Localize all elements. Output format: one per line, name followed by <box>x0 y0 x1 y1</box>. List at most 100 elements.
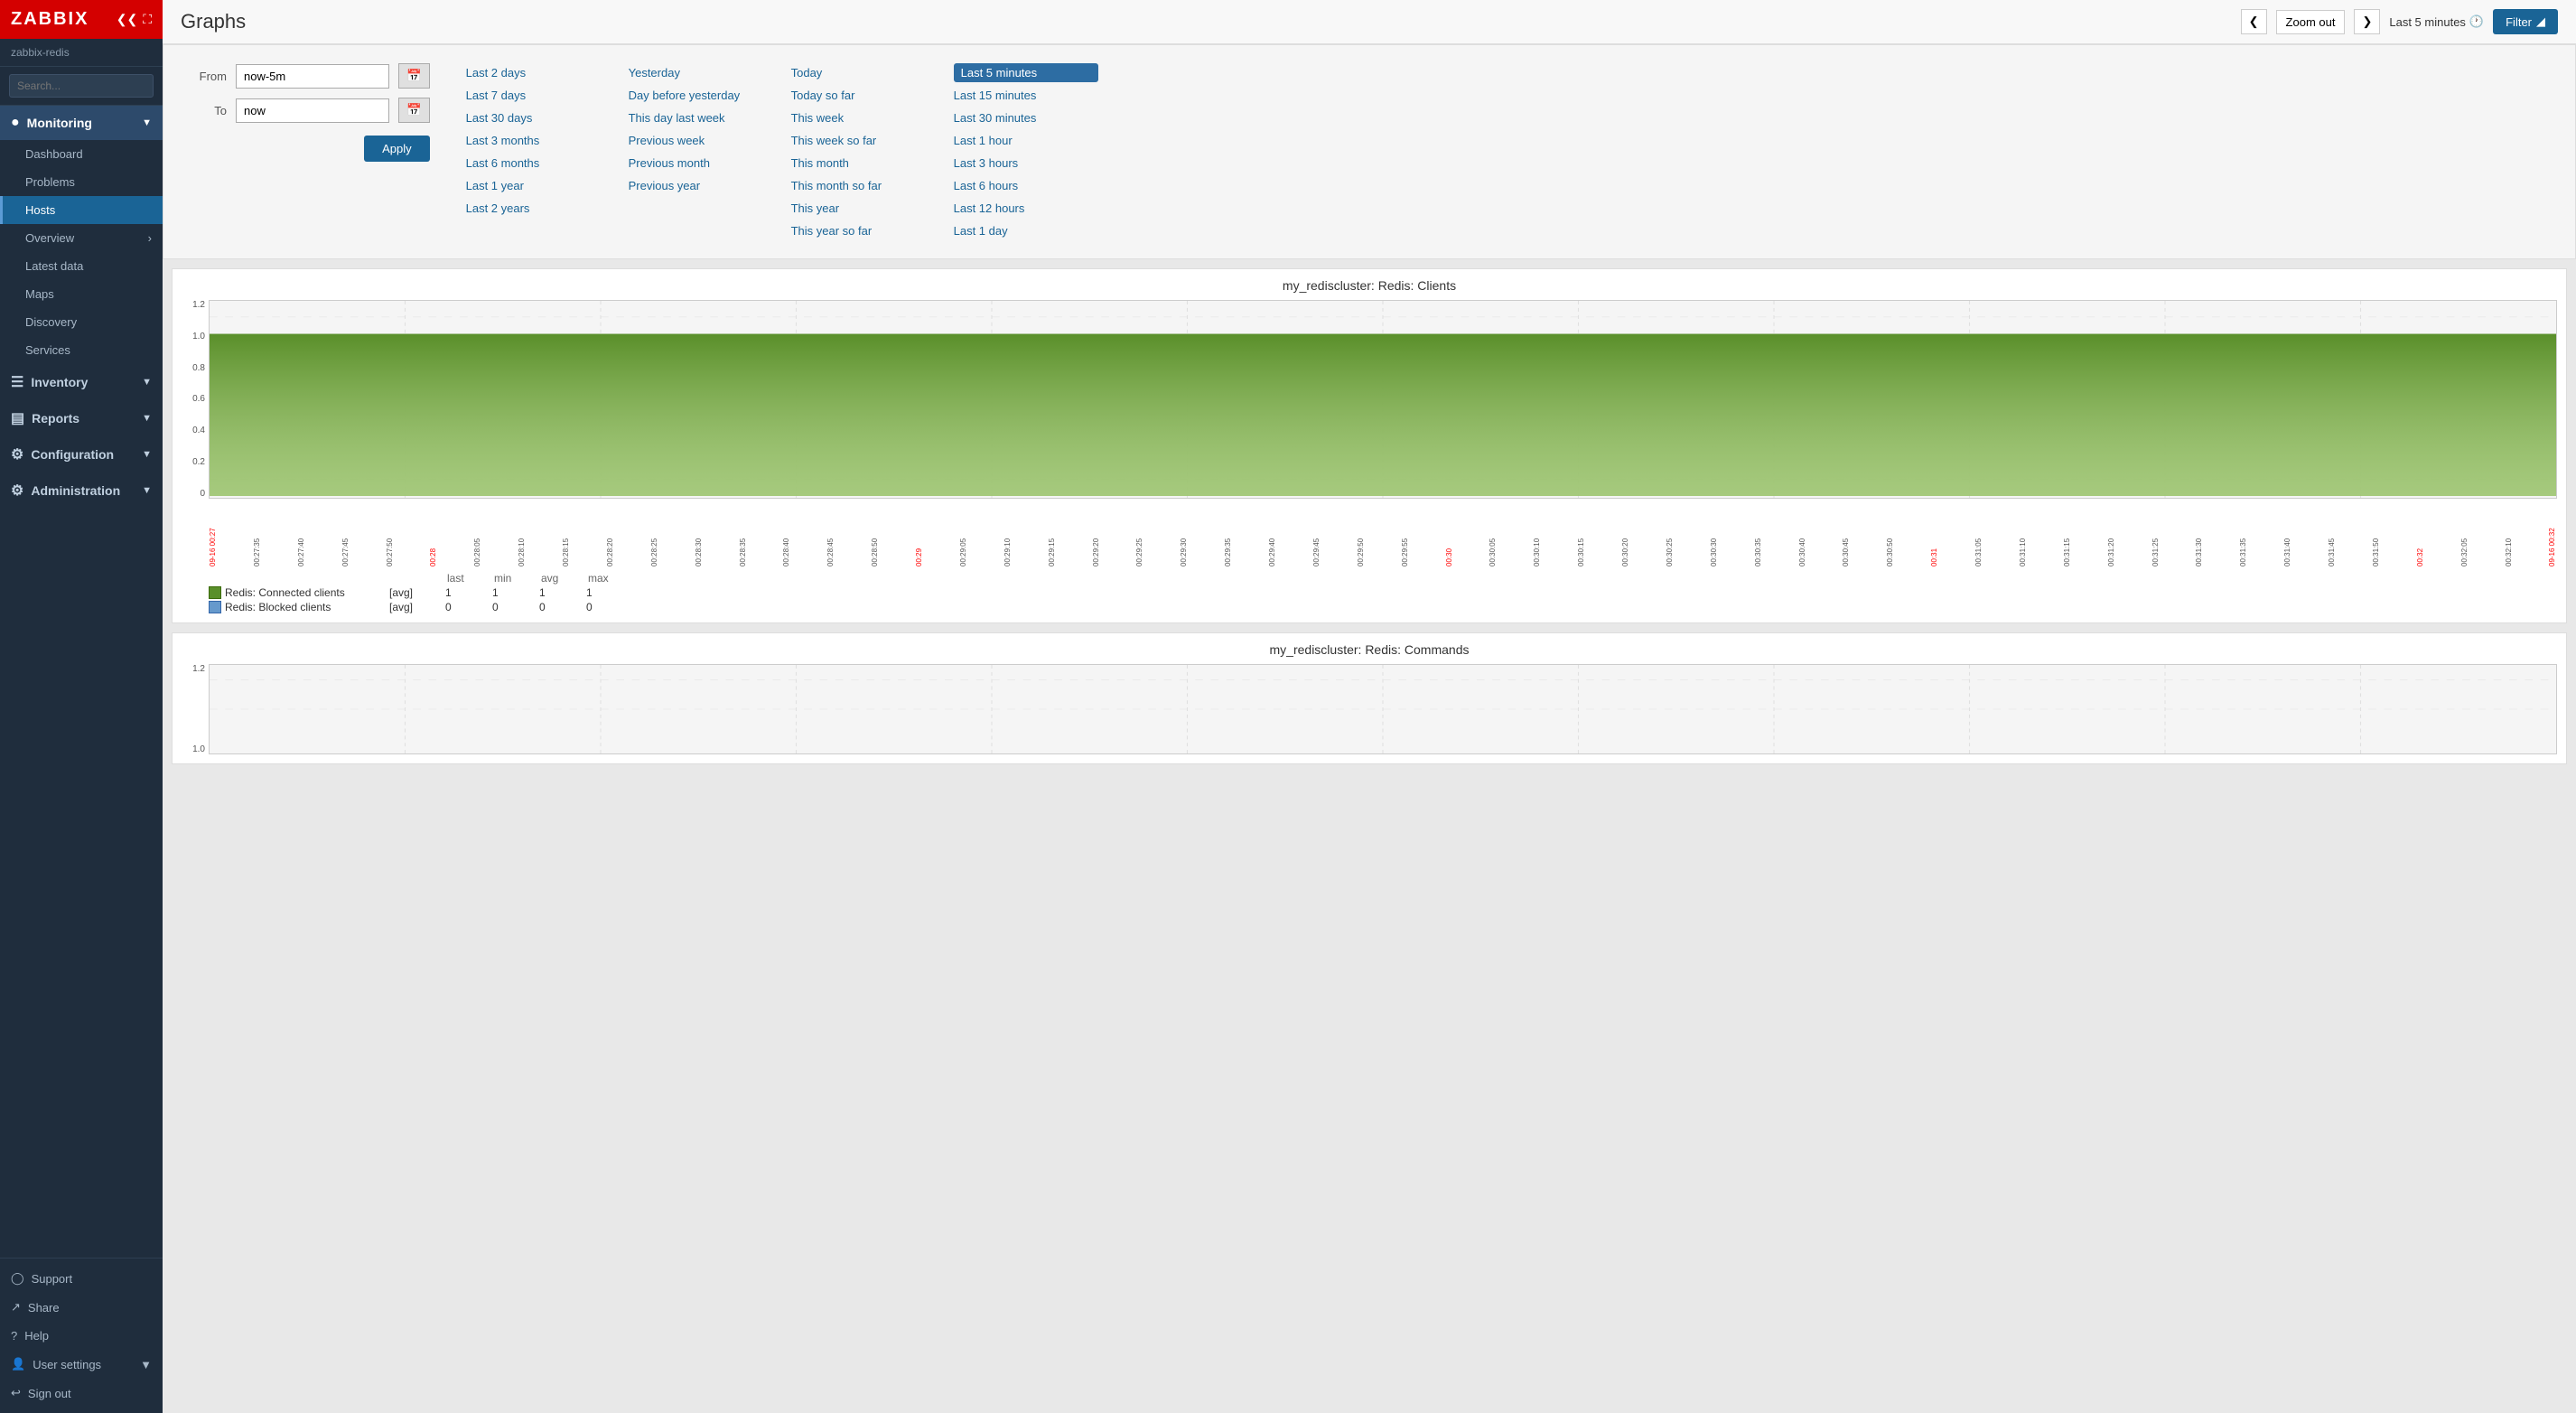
shortcut-previous-month[interactable]: Previous month <box>629 154 773 173</box>
shortcut-previous-week[interactable]: Previous week <box>629 131 773 150</box>
sidebar-item-configuration[interactable]: ⚙ Configuration ▼ <box>0 436 163 473</box>
sidebar-item-user-settings[interactable]: 👤 User settings ▼ <box>0 1350 163 1379</box>
x-tick-26: 00:30:05 <box>1489 501 1497 566</box>
sidebar-item-hosts[interactable]: Hosts <box>0 196 163 224</box>
shortcut-last-3-months[interactable]: Last 3 months <box>466 131 611 150</box>
sidebar-item-monitoring[interactable]: ● Monitoring ▼ <box>0 106 163 140</box>
sidebar-item-inventory[interactable]: ☰ Inventory ▼ <box>0 364 163 400</box>
x-tick-31: 00:30:30 <box>1710 501 1718 566</box>
sidebar-item-share[interactable]: ↗ Share <box>0 1293 163 1322</box>
sign-out-icon: ↩ <box>11 1386 21 1400</box>
shortcut-this-week-so-far[interactable]: This week so far <box>791 131 936 150</box>
shortcut-last-2-years[interactable]: Last 2 years <box>466 199 611 218</box>
shortcut-last-15-min[interactable]: Last 15 minutes <box>954 86 1098 105</box>
x-tick-44: 00:31:45 <box>2328 501 2336 566</box>
legend-tag-connected: [avg] <box>389 586 443 599</box>
shortcut-empty-2 <box>466 221 611 240</box>
from-calendar-button[interactable]: 📅 <box>398 63 430 89</box>
apply-button[interactable]: Apply <box>364 136 430 162</box>
x-tick-9: 00:28:25 <box>650 501 658 566</box>
shortcut-this-year[interactable]: This year <box>791 199 936 218</box>
x-tick-28: 00:30:15 <box>1577 501 1585 566</box>
expand-icon[interactable]: ⛶ <box>143 12 152 27</box>
shortcut-this-day-last-week[interactable]: This day last week <box>629 108 773 127</box>
shortcut-last-2-days[interactable]: Last 2 days <box>466 63 611 82</box>
shortcut-today-so-far[interactable]: Today so far <box>791 86 936 105</box>
legend-last-blocked: 0 <box>445 601 490 613</box>
sidebar-item-latest-data[interactable]: Latest data <box>0 252 163 280</box>
shortcut-last-6-months[interactable]: Last 6 months <box>466 154 611 173</box>
nav-next-button[interactable]: ❯ <box>2354 9 2380 34</box>
eye-icon: ● <box>11 115 20 131</box>
shortcut-last-5-min[interactable]: Last 5 minutes <box>954 63 1098 82</box>
shortcut-previous-year[interactable]: Previous year <box>629 176 773 195</box>
sidebar-item-problems[interactable]: Problems <box>0 168 163 196</box>
config-arrow: ▼ <box>142 449 152 460</box>
sidebar-item-reports[interactable]: ▤ Reports ▼ <box>0 400 163 436</box>
nav-prev-button[interactable]: ❮ <box>2241 9 2267 34</box>
x-tick-red-4: 00:30 <box>1445 501 1453 566</box>
search-input[interactable] <box>9 74 154 98</box>
shortcut-this-month-so-far[interactable]: This month so far <box>791 176 936 195</box>
cmd-y-10: 1.0 <box>192 744 205 754</box>
sidebar-item-discovery[interactable]: Discovery <box>0 308 163 336</box>
x-tick-29: 00:30:20 <box>1621 501 1629 566</box>
admin-arrow: ▼ <box>142 485 152 496</box>
x-tick-15: 00:29:05 <box>959 501 967 566</box>
shortcut-last-3-hours[interactable]: Last 3 hours <box>954 154 1098 173</box>
config-label: Configuration <box>31 447 114 462</box>
shortcut-this-year-so-far[interactable]: This year so far <box>791 221 936 240</box>
cmd-y-12: 1.2 <box>192 664 205 674</box>
shortcut-last-1-day[interactable]: Last 1 day <box>954 221 1098 240</box>
shortcut-last-12-hours[interactable]: Last 12 hours <box>954 199 1098 218</box>
x-tick-20: 00:29:30 <box>1180 501 1188 566</box>
x-tick-30: 00:30:25 <box>1666 501 1674 566</box>
x-tick-10: 00:28:30 <box>695 501 703 566</box>
shortcut-last-30-days[interactable]: Last 30 days <box>466 108 611 127</box>
shortcut-last-6-hours[interactable]: Last 6 hours <box>954 176 1098 195</box>
legend-header-avg: avg <box>541 572 586 585</box>
shortcut-last-1-hour[interactable]: Last 1 hour <box>954 131 1098 150</box>
inventory-arrow: ▼ <box>142 377 152 388</box>
shortcut-last-30-min[interactable]: Last 30 minutes <box>954 108 1098 127</box>
sidebar-item-sign-out[interactable]: ↩ Sign out <box>0 1379 163 1408</box>
shortcut-last-7-days[interactable]: Last 7 days <box>466 86 611 105</box>
sidebar-item-overview[interactable]: Overview › <box>0 224 163 252</box>
from-label: From <box>191 70 227 83</box>
from-input[interactable] <box>236 64 389 89</box>
legend-row-connected: Redis: Connected clients [avg] 1 1 1 1 <box>209 586 2557 599</box>
to-input[interactable] <box>236 98 389 123</box>
sidebar-user: zabbix-redis <box>0 39 163 67</box>
reports-arrow: ▼ <box>142 413 152 424</box>
config-icon: ⚙ <box>11 445 23 463</box>
x-tick-39: 00:31:20 <box>2107 501 2115 566</box>
shortcut-today[interactable]: Today <box>791 63 936 82</box>
x-tick-red-6: 00:32 <box>2416 501 2424 566</box>
filter-panel: From 📅 To 📅 Apply Last 2 days Yesterday … <box>163 44 2576 259</box>
sidebar-item-services[interactable]: Services <box>0 336 163 364</box>
y-label-04: 0.4 <box>192 426 205 435</box>
y-label-12: 1.2 <box>192 300 205 310</box>
legend-color-blocked <box>209 601 221 613</box>
sidebar-item-dashboard[interactable]: Dashboard <box>0 140 163 168</box>
shortcut-this-month[interactable]: This month <box>791 154 936 173</box>
sidebar-item-support[interactable]: ◯ Support <box>0 1264 163 1293</box>
sidebar-item-help[interactable]: ? Help <box>0 1322 163 1350</box>
shortcut-yesterday[interactable]: Yesterday <box>629 63 773 82</box>
inventory-icon: ☰ <box>11 373 23 391</box>
sidebar-item-maps[interactable]: Maps <box>0 280 163 308</box>
filter-button[interactable]: Filter ◢ <box>2493 9 2558 34</box>
shortcut-this-week[interactable]: This week <box>791 108 936 127</box>
shortcut-last-1-year[interactable]: Last 1 year <box>466 176 611 195</box>
shortcut-day-before-yesterday[interactable]: Day before yesterday <box>629 86 773 105</box>
clock-icon: 🕐 <box>2469 14 2484 29</box>
legend-col-empty <box>391 572 445 585</box>
to-calendar-button[interactable]: 📅 <box>398 98 430 123</box>
zoom-out-button[interactable]: Zoom out <box>2276 10 2346 34</box>
share-icon: ↗ <box>11 1300 21 1315</box>
sidebar-item-administration[interactable]: ⚙ Administration ▼ <box>0 473 163 509</box>
x-tick-42: 00:31:35 <box>2239 501 2247 566</box>
x-tick-33: 00:30:40 <box>1798 501 1806 566</box>
collapse-icon[interactable]: ❮❮ <box>117 12 137 27</box>
legend-header-last: last <box>447 572 492 585</box>
